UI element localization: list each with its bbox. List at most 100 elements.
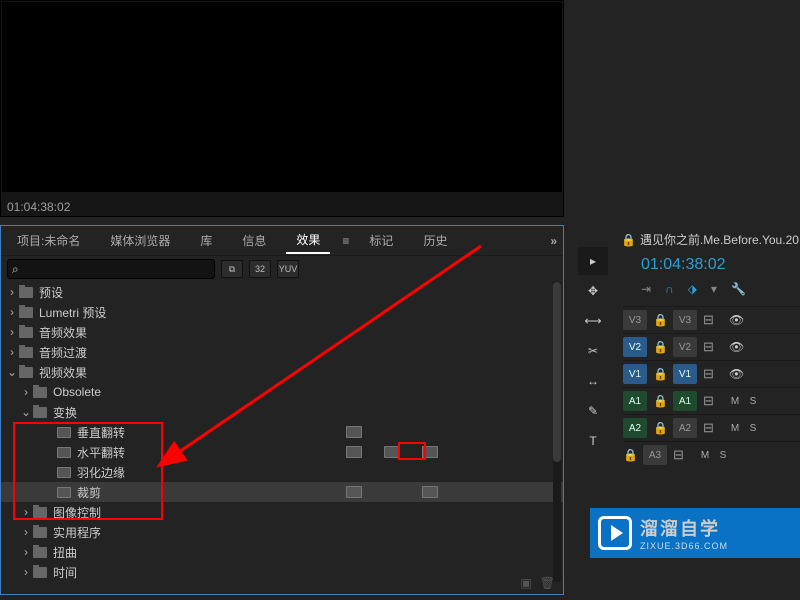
panel-menu-icon[interactable]: ≡ [342,234,349,248]
timeline-timecode[interactable]: 01:04:38:02 [617,254,800,280]
lock-icon[interactable]: 🔒 [653,313,667,327]
tree-audio-transitions[interactable]: ›音频过渡 [1,342,563,362]
lock-icon: 🔒 [621,233,636,247]
tool-track-select[interactable]: ✥ [578,277,608,305]
track-source[interactable]: A2 [673,418,697,438]
tree-label: 垂直翻转 [77,424,125,441]
track-label[interactable]: V2 [623,337,647,357]
search-input[interactable] [19,262,210,276]
track-a1[interactable]: A1 🔒 A1 ⊟ M S [623,387,800,414]
effect-horizontal-flip[interactable]: 水平翻转 [1,442,563,462]
filter-32bit[interactable]: 32 [249,260,271,278]
tree-image-control[interactable]: ›图像控制 [1,502,563,522]
tool-ripple[interactable]: ⟷ [578,307,608,335]
tab-markers[interactable]: 标记 [359,228,403,253]
badge-accel-icon [346,426,362,438]
wrench-icon[interactable]: 🔧 [731,282,746,296]
solo-button[interactable]: S [747,423,759,434]
tool-razor[interactable]: ✂ [578,337,608,365]
tab-media-browser[interactable]: 媒体浏览器 [100,228,180,253]
snap-icon[interactable]: ⇥ [641,282,651,296]
folder-icon [19,367,33,378]
toggle-output-icon[interactable]: ⊟ [703,312,723,328]
tool-pen[interactable]: ✎ [578,397,608,425]
folder-icon [19,327,33,338]
lock-icon[interactable]: 🔒 [653,421,667,435]
sequence-title[interactable]: 遇见你之前.Me.Before.You.20 [640,231,799,248]
effect-feather-edges[interactable]: 羽化边缘 [1,462,563,482]
mute-button[interactable]: M [699,450,711,461]
tree-audio-effects[interactable]: ›音频效果 [1,322,563,342]
folder-icon [33,387,47,398]
track-a3[interactable]: 🔒 A3 ⊟ M S [623,441,800,468]
folder-icon [19,347,33,358]
toggle-output-icon[interactable]: ⊟ [703,339,723,355]
badge-accel-icon [346,446,362,458]
search-icon: ⌕ [12,262,19,277]
lock-icon[interactable]: 🔒 [653,394,667,408]
tab-info[interactable]: 信息 [232,228,276,253]
toggle-output-icon[interactable]: ⊟ [703,420,723,436]
track-label[interactable]: V3 [623,310,647,330]
preview-timecode: 01:04:38:02 [7,200,70,214]
toggle-output-icon[interactable]: ⊟ [673,447,693,463]
effect-crop[interactable]: 裁剪 [1,482,563,502]
tree-video-effects[interactable]: ⌄视频效果 [1,362,563,382]
delete-icon[interactable]: 🗑 [540,576,555,590]
tab-project[interactable]: 项目:未命名 [7,228,90,253]
track-v1[interactable]: V1 🔒 V1 ⊟ 👁 [623,360,800,387]
solo-button[interactable]: S [747,396,759,407]
track-v2[interactable]: V2 🔒 V2 ⊟ 👁 [623,333,800,360]
mute-button[interactable]: M [729,396,741,407]
track-source[interactable]: V1 [673,364,697,384]
scroll-thumb[interactable] [553,282,561,462]
tab-effects[interactable]: 效果 [286,227,330,254]
mute-button[interactable]: M [729,423,741,434]
linked-selection-icon[interactable]: ∩ [665,282,674,296]
track-source[interactable]: V2 [673,337,697,357]
toggle-output-icon[interactable]: ⊟ [703,366,723,382]
badge-yuv-icon [422,486,438,498]
folder-icon [19,307,33,318]
tree-distort[interactable]: ›扭曲 [1,542,563,562]
track-v3[interactable]: V3 🔒 V3 ⊟ 👁 [623,306,800,333]
tab-library[interactable]: 库 [190,228,222,253]
tree-label: 预设 [39,284,63,301]
track-source[interactable]: A3 [643,445,667,465]
solo-button[interactable]: S [717,450,729,461]
filter-accelerated[interactable]: ⧉ [221,260,243,278]
eye-icon[interactable]: 👁 [729,313,745,327]
tree-transform[interactable]: ⌄变换 [1,402,563,422]
tree-utility[interactable]: ›实用程序 [1,522,563,542]
effects-scrollbar[interactable] [553,282,561,582]
tool-column: ▸ ✥ ⟷ ✂ ↔ ✎ T [575,225,611,457]
effect-vertical-flip[interactable]: 垂直翻转 [1,422,563,442]
track-a2[interactable]: A2 🔒 A2 ⊟ M S [623,414,800,441]
tree-lumetri[interactable]: ›Lumetri 预设 [1,302,563,322]
track-source[interactable]: A1 [673,391,697,411]
filter-yuv[interactable]: YUV [277,260,299,278]
tree-time[interactable]: ›时间 [1,562,563,582]
tree-label: 实用程序 [53,524,101,541]
tool-type[interactable]: T [578,427,608,455]
new-bin-icon[interactable]: ▣ [520,576,531,590]
track-label[interactable]: A1 [623,391,647,411]
lock-icon[interactable]: 🔒 [653,340,667,354]
tree-presets[interactable]: ›预设 [1,282,563,302]
toggle-output-icon[interactable]: ⊟ [703,393,723,409]
settings-icon[interactable]: ▾ [711,282,717,296]
lock-icon[interactable]: 🔒 [653,367,667,381]
eye-icon[interactable]: 👁 [729,367,745,381]
track-label[interactable]: V1 [623,364,647,384]
tab-history[interactable]: 历史 [413,228,457,253]
tabs-overflow-icon[interactable]: » [550,234,557,248]
marker-icon[interactable]: ⬗ [688,282,697,296]
tool-slip[interactable]: ↔ [578,367,608,395]
tree-obsolete[interactable]: ›Obsolete [1,382,563,402]
tool-selection[interactable]: ▸ [578,247,608,275]
lock-icon[interactable]: 🔒 [623,448,637,462]
track-source[interactable]: V3 [673,310,697,330]
eye-icon[interactable]: 👁 [729,340,745,354]
effects-search[interactable]: ⌕ [7,259,215,279]
track-label[interactable]: A2 [623,418,647,438]
